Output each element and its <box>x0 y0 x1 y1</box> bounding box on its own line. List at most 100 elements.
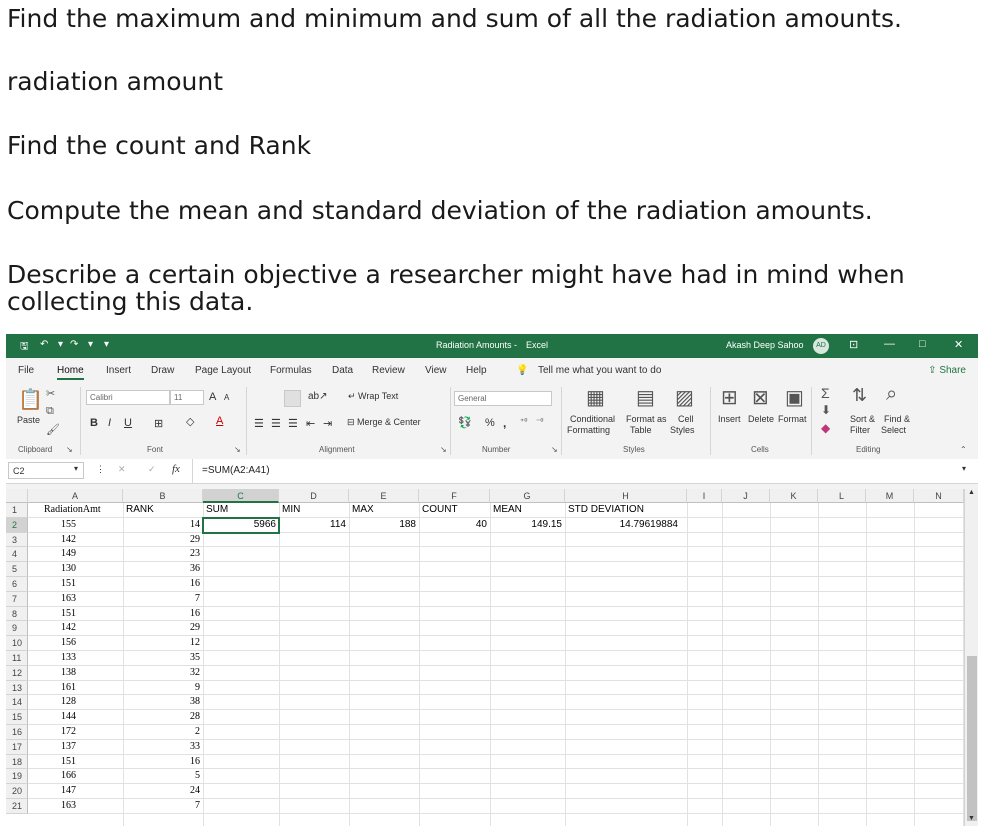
row-header-6[interactable]: 6 <box>6 577 28 592</box>
merge-center-button[interactable]: ⊟ Merge & Center <box>347 417 421 428</box>
column-header-k[interactable]: K <box>770 489 818 503</box>
tab-help[interactable]: Help <box>466 365 487 376</box>
tab-review[interactable]: Review <box>372 365 405 376</box>
fill-color-icon[interactable]: ◇ <box>186 415 194 428</box>
row-header-5[interactable]: 5 <box>6 562 28 577</box>
expand-formula-bar-icon[interactable]: ▾ <box>962 464 966 473</box>
format-painter-icon[interactable]: 🖌 <box>46 423 60 436</box>
number-format-select[interactable]: General <box>454 391 552 406</box>
minimize-button[interactable]: — <box>884 338 895 350</box>
radiation-cell[interactable]: 166 <box>61 770 76 781</box>
row-header-12[interactable]: 12 <box>6 665 28 681</box>
decrease-indent-icon[interactable]: ⇤ <box>306 417 315 430</box>
cell-styles-icon[interactable]: ▨ <box>675 385 694 410</box>
header-cell-b[interactable]: RANK <box>126 504 154 515</box>
tab-formulas[interactable]: Formulas <box>270 365 312 376</box>
font-name-select[interactable]: Calibri <box>86 390 170 405</box>
tab-insert[interactable]: Insert <box>106 365 131 376</box>
row-header-15[interactable]: 15 <box>6 710 28 725</box>
align-right-icon[interactable]: ☰ <box>288 417 298 430</box>
close-button[interactable]: ✕ <box>954 338 963 351</box>
font-launcher-icon[interactable]: ↘ <box>234 445 241 454</box>
column-header-l[interactable]: L <box>818 489 866 503</box>
row-header-21[interactable]: 21 <box>6 799 28 814</box>
format-as-table-button[interactable]: Table <box>630 425 652 435</box>
tab-page-layout[interactable]: Page Layout <box>195 365 251 376</box>
rank-cell[interactable]: 5 <box>123 770 200 781</box>
column-header-c[interactable]: C <box>203 489 279 503</box>
result-std-cell[interactable]: 14.79619884 <box>565 519 678 530</box>
row-header-2[interactable]: 2 <box>6 517 28 533</box>
rank-cell[interactable]: 16 <box>123 608 200 619</box>
radiation-cell[interactable]: 172 <box>61 726 76 737</box>
autosum-icon[interactable]: Σ <box>821 385 830 401</box>
delete-cells-button[interactable]: Delete <box>748 414 774 424</box>
row-header-3[interactable]: 3 <box>6 532 28 548</box>
name-box[interactable]: C2 <box>8 462 84 479</box>
column-header-j[interactable]: J <box>722 489 770 503</box>
conditional-label[interactable]: Conditional <box>570 414 615 424</box>
column-header-a[interactable]: A <box>28 489 123 503</box>
underline-button[interactable]: U <box>124 417 132 429</box>
enter-icon[interactable]: ✓ <box>148 464 156 475</box>
column-header-n[interactable]: N <box>914 489 964 503</box>
header-cell-a[interactable]: RadiationAmt <box>44 504 101 515</box>
header-cell-d[interactable]: MIN <box>282 504 300 515</box>
radiation-cell[interactable]: 155 <box>61 519 76 530</box>
cut-icon[interactable]: ✂ <box>46 387 55 400</box>
header-cell-h[interactable]: STD DEVIATION <box>568 504 644 515</box>
insert-cells-button[interactable]: Insert <box>718 414 741 424</box>
row-header-8[interactable]: 8 <box>6 606 28 622</box>
row-header-13[interactable]: 13 <box>6 680 28 696</box>
rank-cell[interactable]: 16 <box>123 578 200 589</box>
select-all-corner[interactable] <box>6 489 28 503</box>
find-icon[interactable]: ⌕ <box>886 383 897 406</box>
align-top-icon[interactable] <box>284 390 301 407</box>
rank-cell[interactable]: 35 <box>123 652 200 663</box>
sort-filter-button[interactable]: Filter <box>850 425 870 435</box>
radiation-cell[interactable]: 138 <box>61 667 76 678</box>
row-header-1[interactable]: 1 <box>6 503 28 518</box>
paste-icon[interactable]: 📋 <box>18 387 43 412</box>
copy-icon[interactable]: ⧉ <box>46 405 54 418</box>
radiation-cell[interactable]: 137 <box>61 741 76 752</box>
rank-cell[interactable]: 2 <box>123 726 200 737</box>
radiation-cell[interactable]: 130 <box>61 563 76 574</box>
sort-label[interactable]: Sort & <box>850 414 875 424</box>
column-header-b[interactable]: B <box>123 489 203 503</box>
sort-filter-icon[interactable]: ⇅ <box>852 385 867 406</box>
header-cell-c[interactable]: SUM <box>206 504 228 515</box>
column-header-e[interactable]: E <box>349 489 419 503</box>
radiation-cell[interactable]: 156 <box>61 637 76 648</box>
rank-cell[interactable]: 38 <box>123 696 200 707</box>
row-header-9[interactable]: 9 <box>6 621 28 637</box>
radiation-cell[interactable]: 133 <box>61 652 76 663</box>
row-header-11[interactable]: 11 <box>6 651 28 666</box>
format-cells-icon[interactable]: ▣ <box>785 385 804 410</box>
increase-decimal-icon[interactable]: ⁺⁰ <box>520 417 527 426</box>
radiation-cell[interactable]: 151 <box>61 578 76 589</box>
cell-styles-button[interactable]: Styles <box>670 425 695 435</box>
wrap-text-button[interactable]: ↵ Wrap Text <box>348 391 398 402</box>
conditional-formatting-button[interactable]: Formatting <box>567 425 610 435</box>
save-icon[interactable]: 🖫 <box>20 339 29 356</box>
scroll-down-icon[interactable]: ▼ <box>968 815 975 822</box>
radiation-cell[interactable]: 151 <box>61 608 76 619</box>
formula-input[interactable]: =SUM(A2:A41) <box>202 465 270 476</box>
radiation-cell[interactable]: 128 <box>61 696 76 707</box>
font-color-button[interactable]: A <box>216 415 223 427</box>
rank-cell[interactable]: 32 <box>123 667 200 678</box>
header-cell-f[interactable]: COUNT <box>422 504 458 515</box>
redo-icon[interactable]: ↷ <box>70 339 78 350</box>
redo-dropdown-icon[interactable]: ▾ <box>88 339 93 350</box>
customize-quick-access-icon[interactable]: ▾ <box>104 339 109 350</box>
percent-button[interactable]: % <box>485 417 495 429</box>
format-cells-button[interactable]: Format <box>778 414 807 424</box>
rank-cell[interactable]: 28 <box>123 711 200 722</box>
rank-cell[interactable]: 12 <box>123 637 200 648</box>
rank-cell[interactable]: 29 <box>123 622 200 633</box>
insert-cells-icon[interactable]: ⊞ <box>721 385 738 410</box>
alignment-launcher-icon[interactable]: ↘ <box>440 445 447 454</box>
rank-cell[interactable]: 29 <box>123 534 200 545</box>
radiation-cell[interactable]: 147 <box>61 785 76 796</box>
